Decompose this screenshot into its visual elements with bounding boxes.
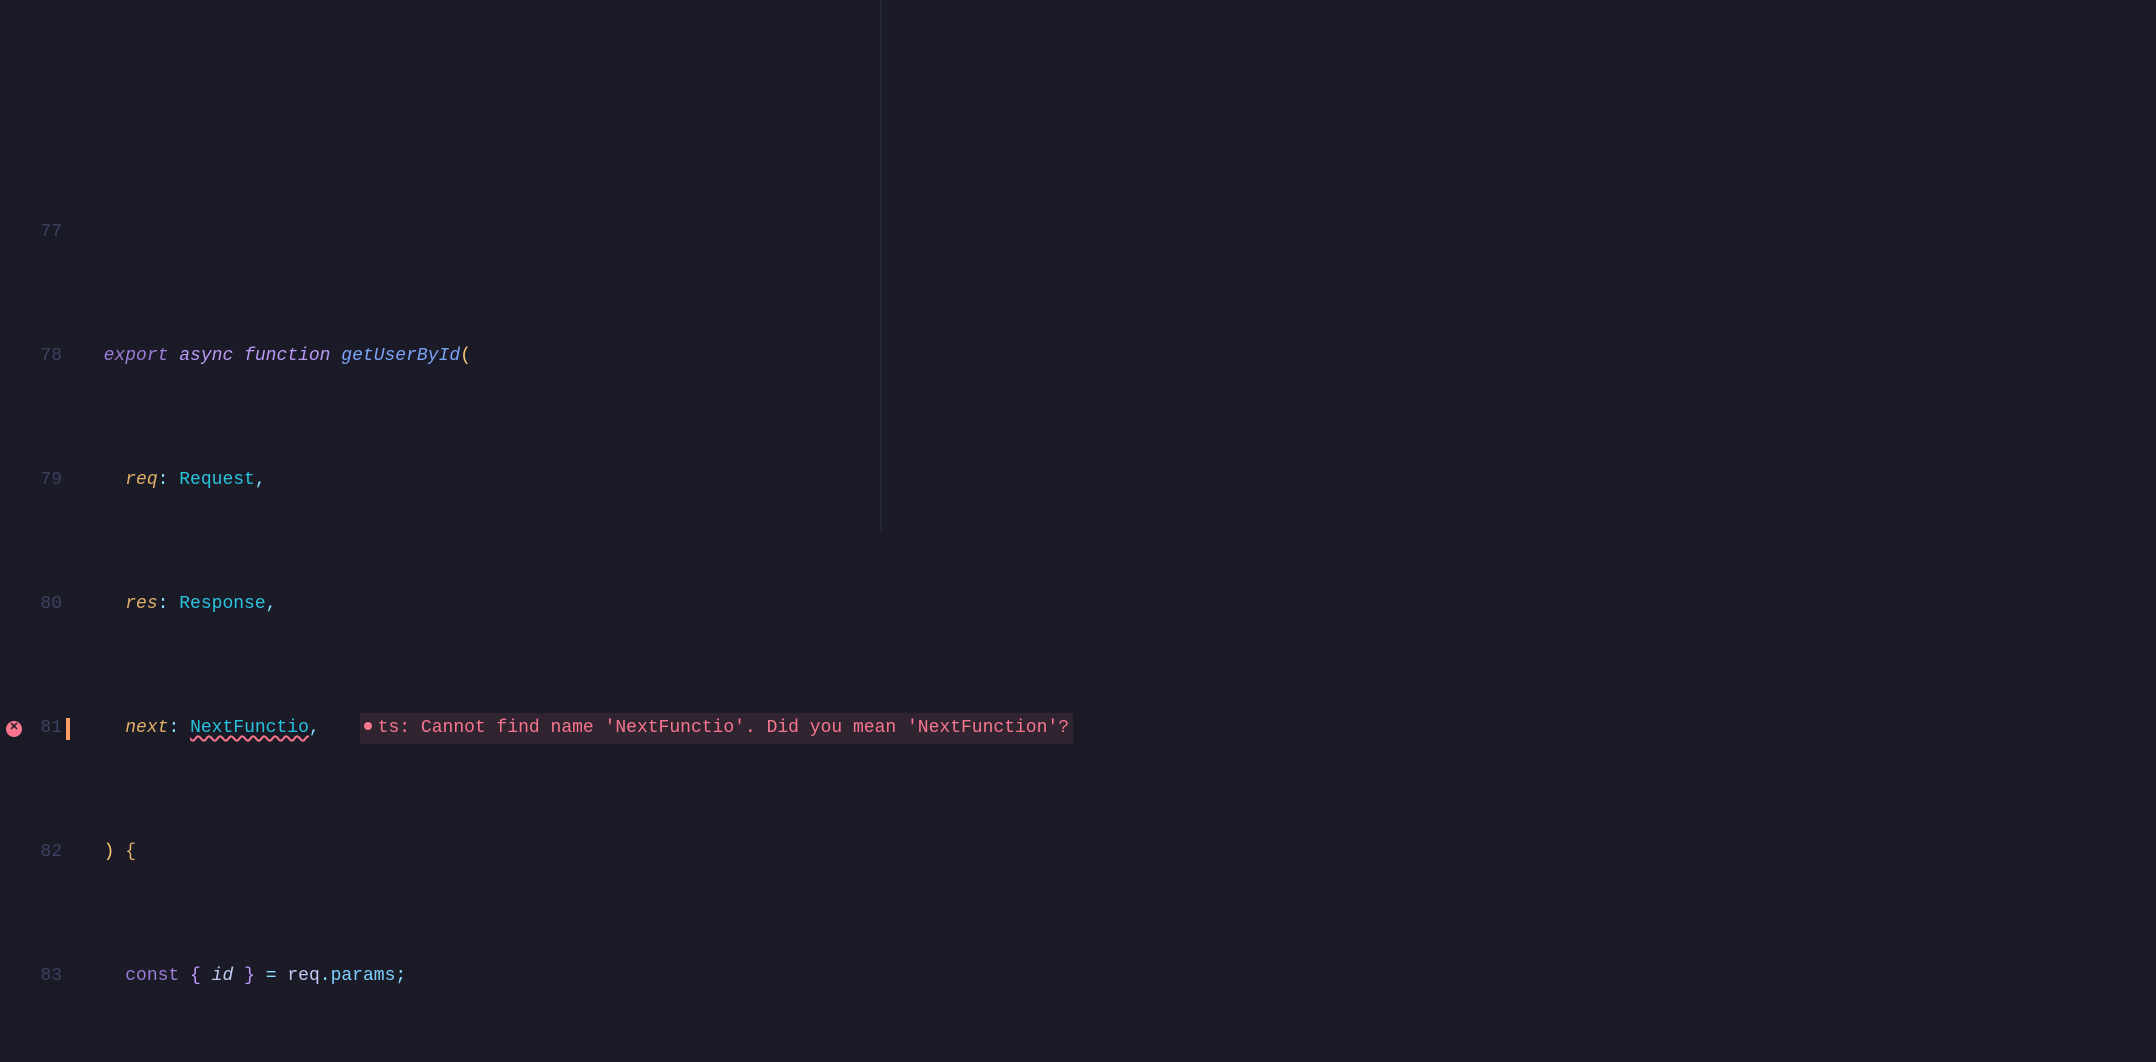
code-content: next: NextFunctio, [82, 713, 320, 744]
line-number: 82 [28, 837, 64, 868]
code-line[interactable]: 80 res: Response, [0, 589, 2156, 620]
code-line[interactable]: 77 [0, 217, 2156, 248]
type-request: Request [179, 470, 255, 490]
column-ruler [880, 0, 882, 531]
obj-req: req [287, 966, 319, 986]
diag-dot-icon [364, 722, 372, 730]
code-content: req: Request, [82, 465, 266, 496]
code-content: res: Response, [82, 589, 276, 620]
line-number: 78 [28, 341, 64, 372]
line-number: 77 [28, 217, 64, 248]
kw-export: export [104, 346, 169, 366]
param-next: next [125, 718, 168, 738]
line-number: 79 [28, 465, 64, 496]
type-nextfunctio: NextFunctio [190, 718, 309, 738]
fn-name: getUserById [341, 346, 460, 366]
diag-text: ts: Cannot find name 'NextFunctio'. Did … [378, 718, 1069, 738]
code-content: export async function getUserById( [82, 341, 471, 372]
param-res: res [125, 594, 157, 614]
sign-bar [66, 718, 70, 740]
code-line[interactable]: 82 ) { [0, 837, 2156, 868]
var-id: id [212, 966, 234, 986]
code-content: ) { [82, 837, 136, 868]
line-number: 80 [28, 589, 64, 620]
cursor-column [64, 718, 82, 740]
code-line[interactable]: ✕ 81 next: NextFunctio, ts: Cannot find … [0, 713, 2156, 744]
code-line[interactable]: 78 export async function getUserById( [0, 341, 2156, 372]
code-line[interactable]: 83 const { id } = req.params; [0, 961, 2156, 992]
kw-const: const [125, 966, 179, 986]
gutter-error-slot: ✕ [0, 721, 28, 737]
kw-async: async [179, 346, 233, 366]
param-req: req [125, 470, 157, 490]
prop-params: params [331, 966, 396, 986]
code-line[interactable]: 79 req: Request, [0, 465, 2156, 496]
error-icon[interactable]: ✕ [6, 721, 22, 737]
diagnostic-inline[interactable]: ts: Cannot find name 'NextFunctio'. Did … [360, 713, 1073, 744]
code-content: const { id } = req.params; [82, 961, 406, 992]
kw-function: function [244, 346, 330, 366]
line-number: 83 [28, 961, 64, 992]
op-eq: = [266, 966, 277, 986]
line-number: 81 [28, 713, 64, 744]
type-response: Response [179, 594, 265, 614]
